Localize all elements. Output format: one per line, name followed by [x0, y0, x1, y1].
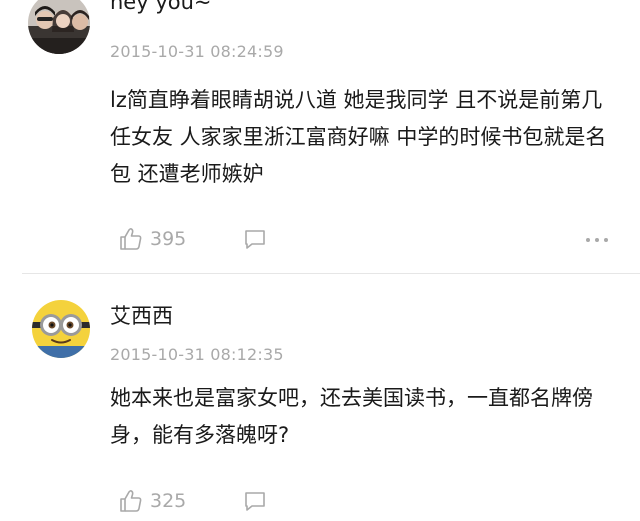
- thumbs-up-icon: [120, 490, 142, 512]
- reply-button[interactable]: [242, 488, 268, 514]
- comment-actions: 325: [110, 486, 610, 516]
- username[interactable]: hey you~: [110, 0, 212, 14]
- reply-button[interactable]: [242, 226, 268, 252]
- like-count: 325: [150, 490, 187, 512]
- comment-timestamp: 2015-10-31 08:12:35: [110, 345, 284, 364]
- comment-bubble-icon: [245, 230, 265, 249]
- minion-avatar-icon: [32, 300, 90, 358]
- comment-timestamp: 2015-10-31 08:24:59: [110, 42, 284, 61]
- comment-text: lz简直睁着眼睛胡说八道 她是我同学 且不说是前第几任女友 人家家里浙江富商好嘛…: [110, 88, 607, 186]
- username[interactable]: 艾西西: [110, 300, 173, 330]
- like-button[interactable]: 325: [118, 486, 186, 516]
- like-button[interactable]: 395: [118, 224, 186, 254]
- comment-list: hey you~ 2015-10-31 08:24:59 lz简直睁着眼睛胡说八…: [0, 0, 640, 521]
- comment-text: 她本来也是富家女吧，还去美国读书，一直都名牌傍身，能有多落魄呀?: [110, 386, 593, 447]
- comment-bubble-icon: [245, 492, 265, 511]
- comment-item: 艾西西 2015-10-31 08:12:35 她本来也是富家女吧，还去美国读书…: [0, 274, 640, 521]
- like-count: 395: [150, 228, 187, 250]
- more-options-button[interactable]: [584, 232, 610, 246]
- group-photo-avatar-icon: [28, 0, 90, 54]
- comment-item: hey you~ 2015-10-31 08:24:59 lz简直睁着眼睛胡说八…: [0, 0, 640, 274]
- user-avatar[interactable]: [32, 300, 90, 358]
- thumbs-up-icon: [120, 228, 142, 250]
- comment-actions: 395: [110, 224, 610, 254]
- more-dots-icon: [586, 238, 608, 242]
- user-avatar[interactable]: [28, 0, 90, 54]
